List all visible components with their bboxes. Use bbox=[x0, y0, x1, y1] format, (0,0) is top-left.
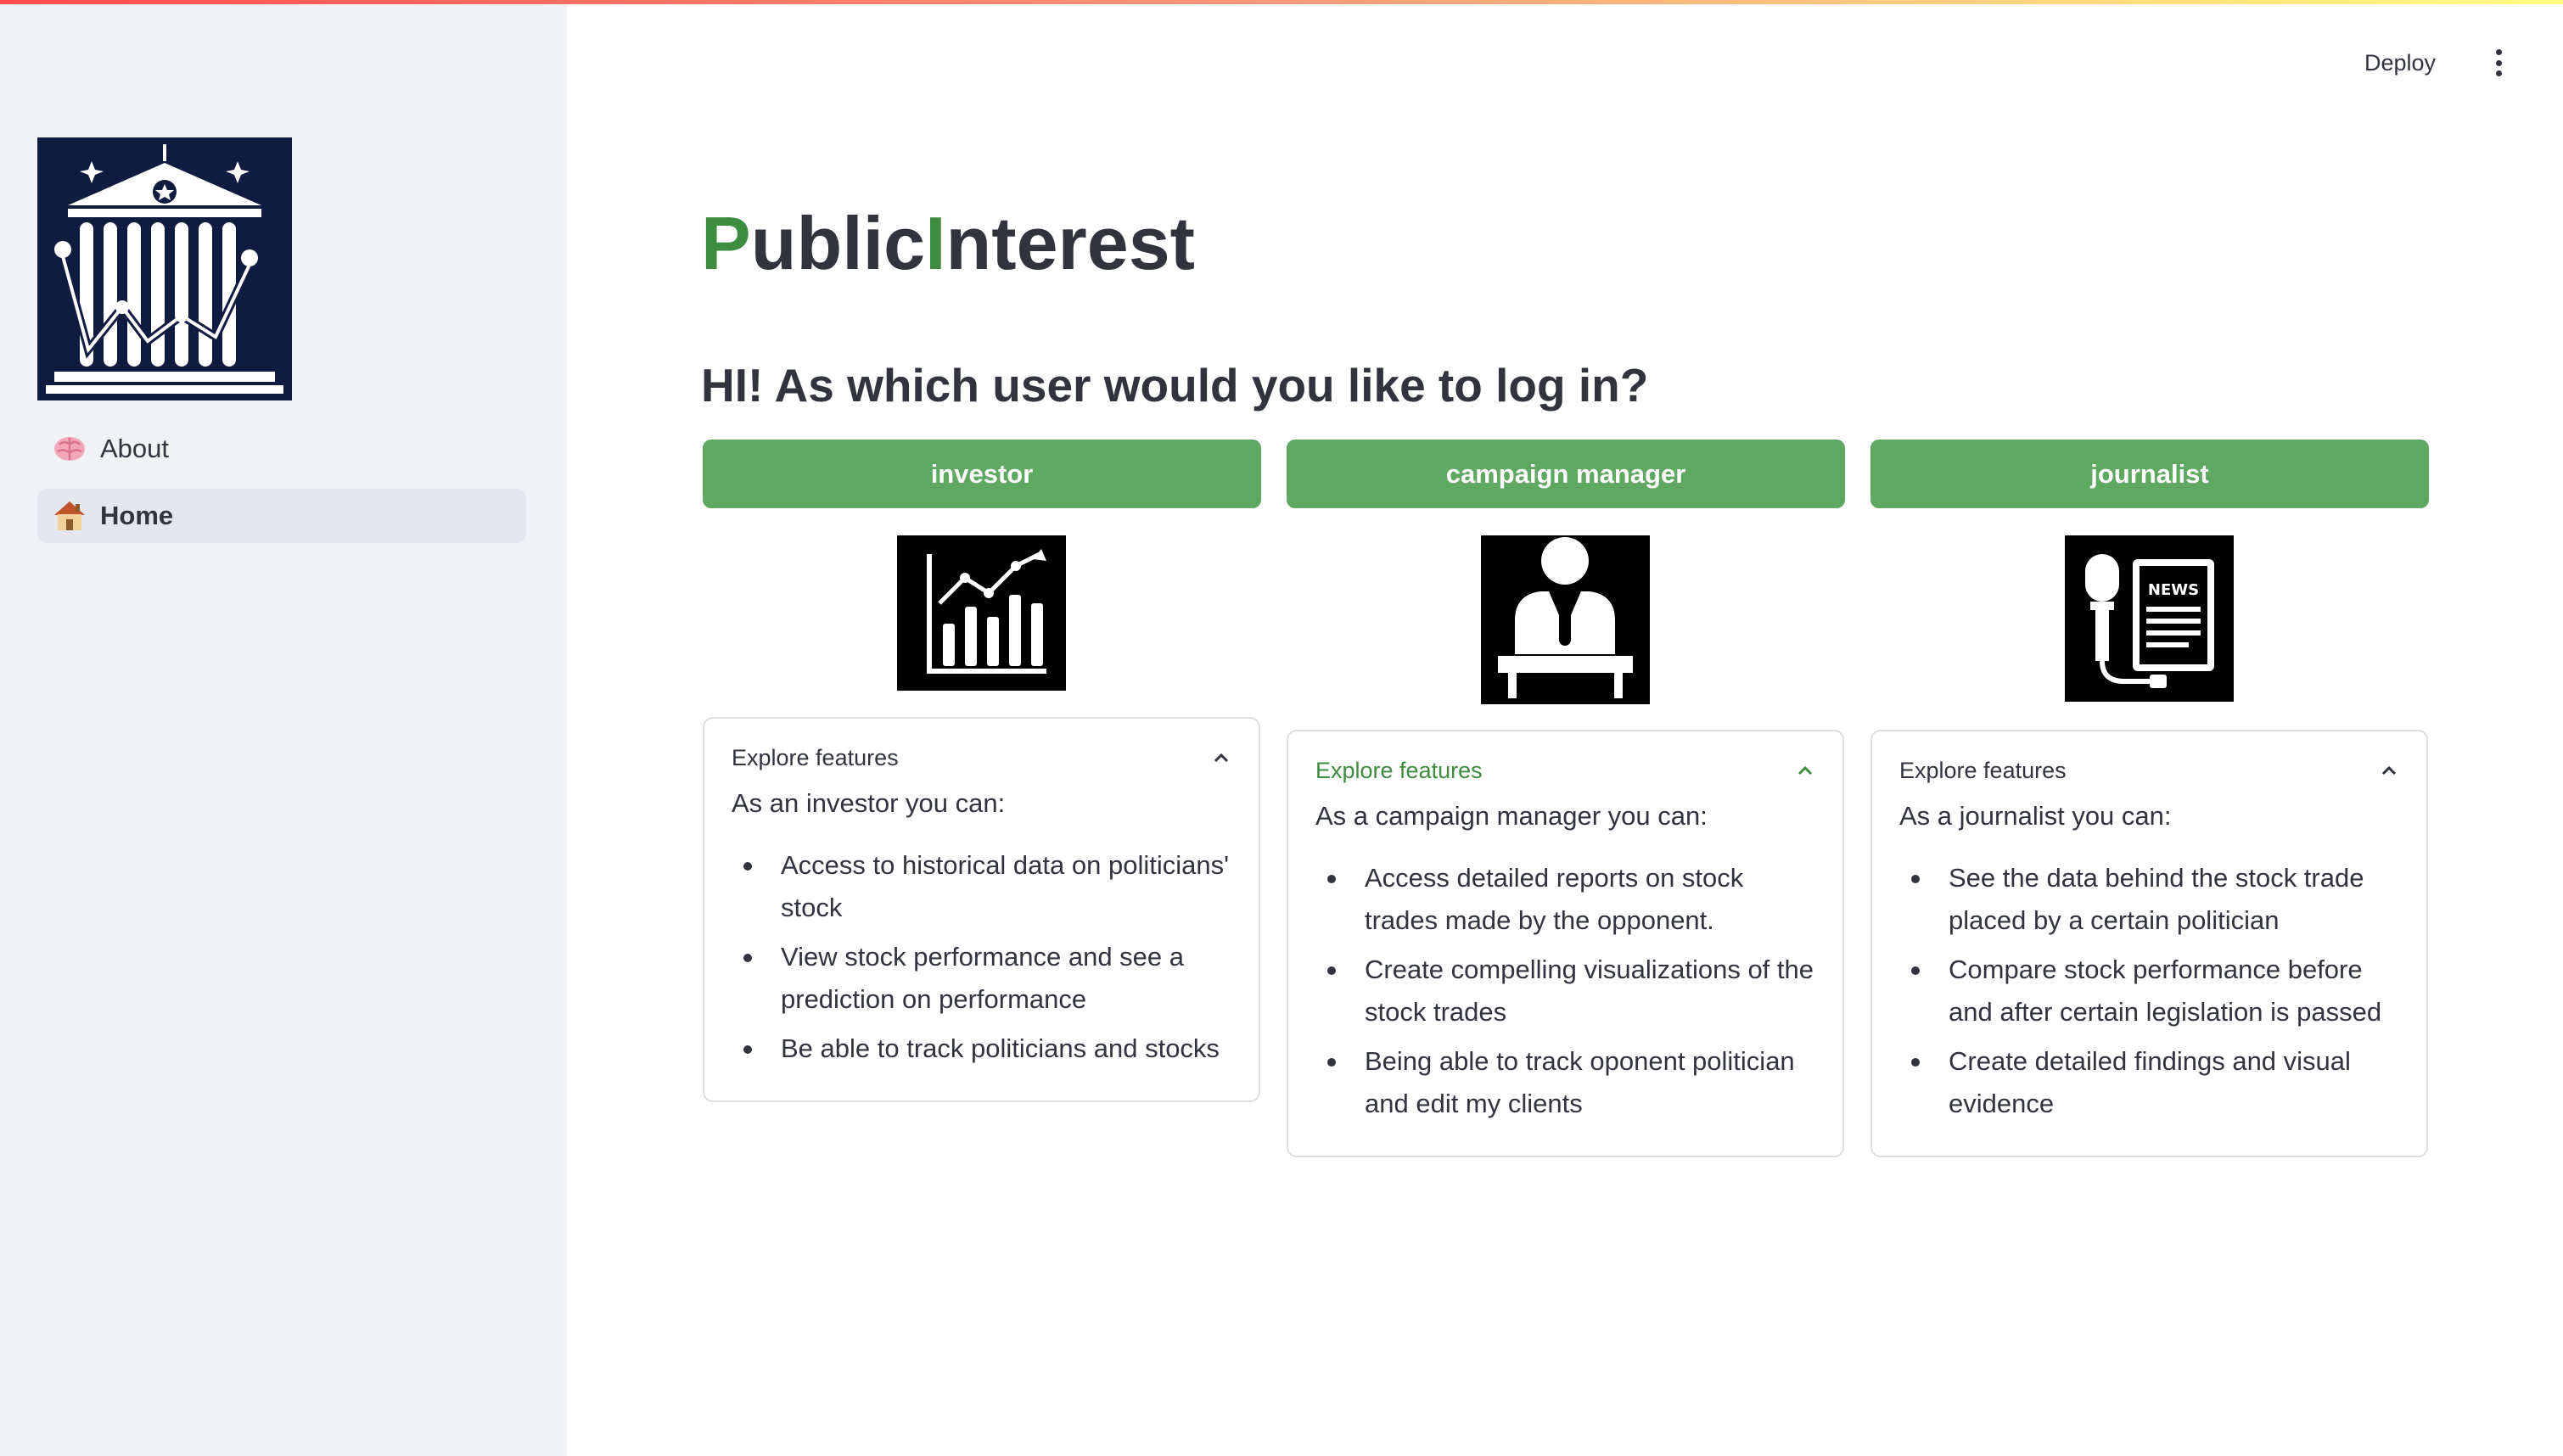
investor-expander: Explore features As an investor you can:… bbox=[703, 717, 1260, 1102]
list-item: Compare stock performance before and aft… bbox=[1899, 949, 2399, 1033]
deploy-button[interactable]: Deploy bbox=[2364, 42, 2436, 83]
list-item: See the data behind the stock trade plac… bbox=[1899, 857, 2399, 942]
list-item: Access detailed reports on stock trades … bbox=[1315, 857, 1815, 942]
chevron-up-icon[interactable] bbox=[1211, 748, 1231, 768]
campaign-manager-expander: Explore features As a campaign manager y… bbox=[1287, 730, 1844, 1157]
house-icon bbox=[51, 499, 88, 533]
svg-text:NEWS: NEWS bbox=[2148, 581, 2199, 599]
journalist-button[interactable]: journalist bbox=[1870, 440, 2429, 508]
more-options-icon[interactable] bbox=[2485, 46, 2512, 80]
page-title: PublicInterest bbox=[701, 201, 1195, 285]
chevron-up-icon[interactable] bbox=[2379, 760, 2399, 781]
expander-intro: As a journalist you can: bbox=[1899, 801, 2172, 831]
list-item: Create compelling visualizations of the … bbox=[1315, 949, 1815, 1033]
expander-title: Explore features bbox=[1899, 757, 2067, 783]
brain-icon bbox=[51, 432, 88, 466]
list-item: View stock performance and see a predict… bbox=[732, 936, 1231, 1021]
sidebar: About Home bbox=[0, 0, 567, 1456]
top-decoration-bar bbox=[0, 0, 2563, 4]
journalist-expander: Explore features As a journalist you can… bbox=[1870, 730, 2428, 1157]
capitol-logo-icon bbox=[37, 137, 292, 400]
expander-title: Explore features bbox=[732, 744, 899, 770]
investor-button[interactable]: investor bbox=[703, 440, 1261, 508]
speaker-podium-icon bbox=[1481, 535, 1650, 704]
login-prompt: HI! As which user would you like to log … bbox=[701, 359, 1649, 412]
expander-intro: As a campaign manager you can: bbox=[1315, 801, 1708, 831]
chevron-up-icon[interactable] bbox=[1795, 760, 1815, 781]
list-item: Access to historical data on politicians… bbox=[732, 844, 1231, 929]
sidebar-item-home[interactable]: Home bbox=[37, 489, 526, 543]
sidebar-item-label: Home bbox=[100, 501, 174, 530]
sidebar-item-about[interactable]: About bbox=[37, 422, 526, 476]
list-item: Be able to track politicians and stocks bbox=[732, 1028, 1231, 1070]
list-item: Create detailed findings and visual evid… bbox=[1899, 1040, 2399, 1125]
list-item: Being able to track oponent politician a… bbox=[1315, 1040, 1815, 1125]
expander-intro: As an investor you can: bbox=[732, 788, 1006, 818]
news-microphone-icon: NEWS bbox=[2065, 535, 2234, 702]
expander-title: Explore features bbox=[1315, 757, 1483, 783]
campaign-manager-button[interactable]: campaign manager bbox=[1287, 440, 1845, 508]
sidebar-item-label: About bbox=[100, 434, 170, 463]
chart-icon bbox=[897, 535, 1066, 691]
